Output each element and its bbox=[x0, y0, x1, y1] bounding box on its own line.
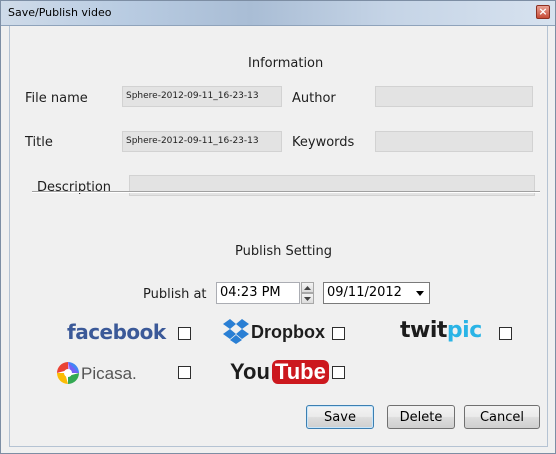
youtube-checkbox[interactable] bbox=[332, 366, 345, 379]
twitpic-logo-part-a: twit bbox=[400, 318, 447, 343]
date-dropdown-button[interactable] bbox=[412, 284, 428, 302]
file-name-label: File name bbox=[25, 91, 88, 106]
save-button[interactable]: Save bbox=[306, 405, 374, 429]
title-bar[interactable]: Save/Publish video × bbox=[1, 1, 555, 26]
time-down-button[interactable] bbox=[301, 293, 314, 304]
youtube-logo: You Tube bbox=[230, 359, 329, 385]
file-name-field[interactable]: Sphere-2012-09-11_16-23-13 bbox=[122, 86, 282, 107]
publish-time-input[interactable]: 04:23 PM bbox=[216, 282, 300, 304]
window-title: Save/Publish video bbox=[8, 6, 112, 19]
delete-button[interactable]: Delete bbox=[387, 405, 455, 429]
save-publish-dialog: Save/Publish video × Information File na… bbox=[0, 0, 556, 454]
publish-date-picker[interactable]: 09/11/2012 bbox=[323, 282, 430, 304]
title-field[interactable]: Sphere-2012-09-11_16-23-13 bbox=[122, 131, 282, 152]
close-button[interactable]: × bbox=[536, 5, 550, 19]
cancel-button[interactable]: Cancel bbox=[464, 405, 540, 429]
dropbox-icon bbox=[222, 316, 250, 344]
picasa-logo: Picasa. bbox=[81, 364, 137, 383]
author-label: Author bbox=[292, 91, 336, 106]
facebook-checkbox[interactable] bbox=[178, 327, 191, 340]
dropbox-checkbox[interactable] bbox=[332, 327, 345, 340]
facebook-logo: facebook bbox=[67, 320, 166, 344]
time-up-button[interactable] bbox=[301, 282, 314, 293]
twitpic-checkbox[interactable] bbox=[499, 327, 512, 340]
dropbox-logo: Dropbox bbox=[251, 322, 325, 342]
time-spinner bbox=[301, 282, 314, 304]
youtube-logo-part-b: Tube bbox=[271, 360, 329, 384]
close-icon: × bbox=[538, 5, 548, 18]
keywords-field[interactable] bbox=[375, 131, 533, 152]
author-field[interactable] bbox=[375, 86, 533, 107]
picasa-checkbox[interactable] bbox=[178, 366, 191, 379]
publish-date-value: 09/11/2012 bbox=[327, 285, 402, 300]
dialog-body: Information File name Sphere-2012-09-11_… bbox=[9, 26, 548, 447]
twitpic-logo: twitpic bbox=[400, 318, 482, 343]
picasa-icon bbox=[56, 361, 80, 385]
youtube-logo-part-a: You bbox=[230, 359, 270, 384]
publish-at-label: Publish at bbox=[143, 287, 207, 302]
up-arrow-icon bbox=[304, 285, 311, 290]
section-divider bbox=[32, 191, 540, 193]
keywords-label: Keywords bbox=[292, 135, 355, 150]
down-arrow-icon bbox=[304, 296, 311, 301]
information-heading: Information bbox=[248, 56, 324, 71]
title-label: Title bbox=[25, 135, 53, 150]
chevron-down-icon bbox=[416, 290, 424, 296]
publish-setting-heading: Publish Setting bbox=[235, 244, 333, 259]
twitpic-logo-part-b: pic bbox=[446, 318, 482, 343]
